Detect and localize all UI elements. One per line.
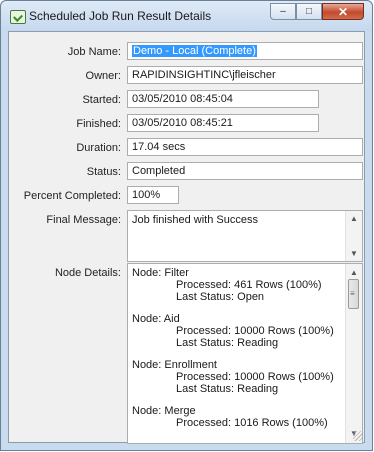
owner-field[interactable]: RAPIDINSIGHTINC\jfleischer — [127, 66, 363, 84]
status-label: Status: — [86, 166, 121, 178]
job-name-label: Job Name: — [67, 46, 121, 58]
finished-row: Finished: 03/05/2010 08:45:21 — [9, 114, 364, 134]
details-panel: Job Name: Demo - Local (Complete) Owner:… — [8, 31, 365, 444]
final-message-label: Final Message: — [46, 214, 121, 226]
node-details-label: Node Details: — [54, 267, 121, 279]
maximize-button[interactable]: □ — [296, 3, 322, 20]
final-message-box[interactable]: Job finished with Success ▲ ▼ — [127, 210, 363, 262]
node-entry: Node: Enrollment Processed: 10000 Rows (… — [132, 359, 358, 395]
node-details-scrollbar[interactable]: ▲ ▼ — [345, 264, 362, 443]
percent-row: Percent Completed: 100% — [9, 186, 364, 206]
node-title: Node: Merge — [132, 405, 196, 417]
node-processed: Processed: 10000 Rows (100%) — [176, 325, 334, 337]
finished-label: Finished: — [76, 118, 121, 130]
window-title: Scheduled Job Run Result Details — [29, 9, 212, 23]
title-bar[interactable]: Scheduled Job Run Result Details – □ ✕ — [1, 1, 372, 31]
node-processed: Processed: 461 Rows (100%) — [176, 279, 322, 291]
final-message-scrollbar[interactable]: ▲ ▼ — [345, 211, 362, 261]
job-name-row: Job Name: Demo - Local (Complete) — [9, 42, 364, 62]
scroll-up-arrow-icon[interactable]: ▲ — [350, 267, 358, 279]
node-entry: Node: Merge Processed: 1016 Rows (100%) — [132, 405, 358, 429]
percent-field[interactable]: 100% — [127, 186, 179, 204]
duration-field[interactable]: 17.04 secs — [127, 138, 363, 156]
final-message-text: Job finished with Success — [132, 214, 258, 226]
owner-row: Owner: RAPIDINSIGHTINC\jfleischer — [9, 66, 364, 86]
scroll-up-arrow-icon[interactable]: ▲ — [350, 214, 358, 223]
job-name-field[interactable]: Demo - Local (Complete) — [127, 42, 363, 60]
window-controls: – □ ✕ — [270, 3, 364, 20]
finished-field[interactable]: 03/05/2010 08:45:21 — [127, 114, 319, 132]
status-field[interactable]: Completed — [127, 162, 363, 180]
node-entry: Node: Aid Processed: 10000 Rows (100%) L… — [132, 313, 358, 349]
node-entry: Node: Filter Processed: 461 Rows (100%) … — [132, 267, 358, 303]
resize-grip-icon[interactable] — [353, 431, 363, 441]
job-details-window: Scheduled Job Run Result Details – □ ✕ J… — [0, 0, 373, 451]
node-details-box[interactable]: Node: Filter Processed: 461 Rows (100%) … — [127, 263, 363, 444]
scroll-down-arrow-icon[interactable]: ▼ — [350, 249, 358, 258]
node-last-status: Last Status: Reading — [176, 337, 279, 349]
owner-label: Owner: — [85, 70, 121, 82]
started-row: Started: 03/05/2010 08:45:04 — [9, 90, 364, 110]
started-field[interactable]: 03/05/2010 08:45:04 — [127, 90, 319, 108]
node-last-status: Last Status: Reading — [176, 383, 279, 395]
started-label: Started: — [82, 94, 121, 106]
window-icon — [10, 10, 26, 24]
node-last-status: Last Status: Open — [176, 291, 265, 303]
node-title: Node: Aid — [132, 313, 180, 325]
node-title: Node: Filter — [132, 267, 189, 279]
job-name-value: Demo - Local (Complete) — [132, 45, 257, 57]
duration-label: Duration: — [76, 142, 121, 154]
node-processed: Processed: 1016 Rows (100%) — [176, 417, 328, 429]
status-row: Status: Completed — [9, 162, 364, 182]
node-processed: Processed: 10000 Rows (100%) — [176, 371, 334, 383]
scroll-thumb[interactable] — [348, 279, 359, 309]
percent-label: Percent Completed: — [23, 190, 121, 202]
close-button[interactable]: ✕ — [322, 3, 364, 20]
node-title: Node: Enrollment — [132, 359, 217, 371]
duration-row: Duration: 17.04 secs — [9, 138, 364, 158]
minimize-button[interactable]: – — [270, 3, 296, 20]
